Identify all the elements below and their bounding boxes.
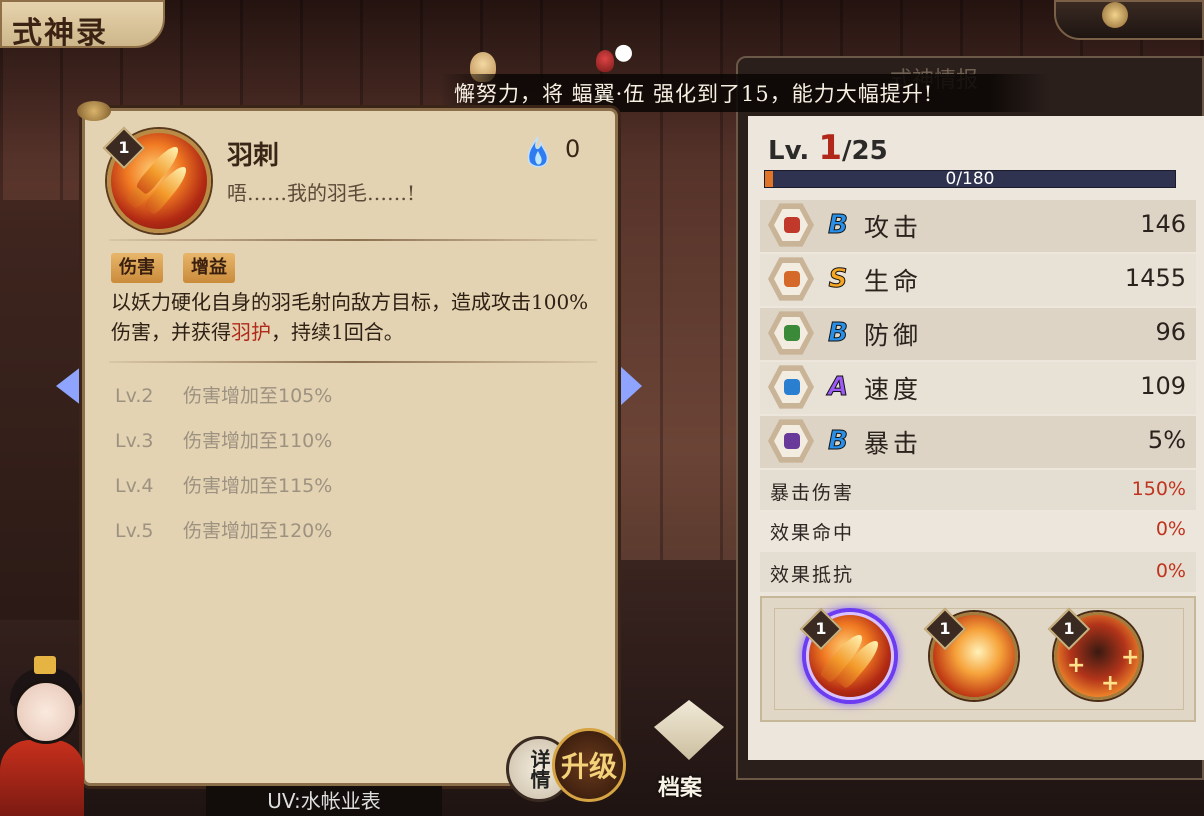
chibi-character-head[interactable] (14, 680, 78, 744)
upgrade-level: Lv.5 (115, 520, 154, 542)
announcement-banner: 懈努力，将 蝠翼·伍 强化到了15，能力大幅提升! (440, 74, 1050, 112)
stat-grade: B (828, 426, 849, 457)
knob-icon (1102, 2, 1128, 28)
substat-row-effect-resist: 效果抵抗 0% (760, 552, 1196, 592)
character-nameplate: UV:水帐业表 (206, 786, 442, 816)
plus-icon: + (1067, 653, 1086, 678)
chibi-character-body[interactable] (0, 740, 84, 816)
stat-grade: S (828, 264, 848, 295)
skill-quote: 唔……我的羽毛……! (227, 181, 416, 205)
detail-button-label: 详情 (527, 749, 551, 789)
stat-value: 1455 (1124, 264, 1186, 292)
level-prefix: Lv. (768, 136, 819, 166)
upgrade-row: Lv.2 伤害增加至105% (115, 381, 332, 408)
stat-name: 速度 (864, 375, 923, 404)
attack-icon (768, 203, 814, 247)
chat-icon[interactable]: ● (614, 40, 633, 65)
plus-icon: + (1101, 671, 1120, 696)
tag-damage: 伤害 (111, 253, 163, 283)
skill-detail-panel: 1 羽刺 唔……我的羽毛……! 0 伤害 增益 以妖力硬化自身的羽毛射向敌方目标… (77, 101, 618, 786)
hp-icon (768, 257, 814, 301)
upgrade-effect: 伤害增加至120% (183, 520, 333, 542)
stat-grade: B (828, 210, 849, 241)
stat-grade: B (828, 318, 849, 349)
description-keyword[interactable]: 羽护 (231, 320, 271, 344)
stat-grade: A (827, 372, 849, 403)
stat-value: 109 (1140, 372, 1186, 400)
stat-name: 防御 (864, 321, 923, 350)
exp-text: 0/180 (945, 169, 995, 189)
stat-name: 攻击 (864, 213, 923, 242)
title-tab[interactable]: 式神录 (0, 0, 165, 51)
plus-icon: + (1121, 645, 1140, 670)
upgrade-button-label: 升级 (560, 750, 617, 783)
page-title: 式神录 (12, 16, 108, 51)
speed-icon (768, 365, 814, 409)
stat-row-attack: B 攻击 146 (760, 200, 1196, 252)
stat-value: 146 (1140, 210, 1186, 238)
upgrade-button[interactable]: 升级 (552, 728, 626, 802)
next-arrow-icon[interactable] (620, 366, 642, 406)
divider (109, 361, 597, 363)
background-screen (0, 200, 84, 620)
skill-slot-level: 1 (815, 619, 827, 638)
substat-value: 150% (1131, 478, 1186, 500)
substat-row-crit-damage: 暴击伤害 150% (760, 470, 1196, 510)
substat-name: 暴击伤害 (770, 482, 855, 504)
description-text: ，持续1回合。 (271, 320, 404, 344)
announcement-text: 懈努力，将 蝠翼·伍 强化到了15，能力大幅提升! (454, 82, 934, 106)
level-current: 1 (818, 128, 842, 168)
character-level: Lv. 1/25 (768, 128, 888, 168)
substat-value: 0% (1155, 518, 1186, 540)
stat-row-crit: B 暴击 5% (760, 416, 1196, 468)
skill-slot-level: 1 (939, 619, 951, 638)
skill-level-text: 1 (118, 138, 130, 157)
stat-value: 5% (1147, 426, 1186, 454)
upgrade-row: Lv.5 伤害增加至120% (115, 516, 332, 543)
fire-cost: 0 (565, 135, 581, 163)
lantern-icon (596, 50, 614, 72)
top-right-ornament (1054, 0, 1204, 40)
upgrade-row: Lv.4 伤害增加至115% (115, 471, 332, 498)
upgrade-level: Lv.3 (115, 430, 154, 452)
skill-slot-level: 1 (1063, 619, 1075, 638)
tag-buff: 增益 (183, 253, 235, 283)
skill-name: 羽刺 (227, 141, 280, 171)
substat-row-effect-hit: 效果命中 0% (760, 510, 1196, 550)
upgrade-level: Lv.2 (115, 385, 154, 407)
stat-row-speed: A 速度 109 (760, 362, 1196, 414)
level-max: /25 (842, 136, 888, 166)
stat-row-defense: B 防御 96 (760, 308, 1196, 360)
upgrade-effect: 伤害增加至105% (183, 385, 333, 407)
blue-fire-icon (527, 136, 549, 168)
divider (109, 239, 597, 241)
substat-name: 效果抵抗 (770, 564, 855, 586)
crown-icon (34, 656, 56, 674)
upgrade-effect: 伤害增加至110% (183, 430, 333, 452)
skill-description: 以妖力硬化自身的羽毛射向敌方目标，造成攻击100%伤害，并获得羽护，持续1回合。 (111, 287, 605, 347)
stat-name: 生命 (864, 267, 923, 296)
substat-name: 效果命中 (770, 522, 855, 544)
stat-row-hp: S 生命 1455 (760, 254, 1196, 306)
exp-bar: 0/180 (764, 169, 1176, 189)
substat-value: 0% (1155, 560, 1186, 582)
archive-button-label[interactable]: 档案 (658, 770, 702, 802)
upgrade-level: Lv.4 (115, 475, 154, 497)
defense-icon (768, 311, 814, 355)
upgrade-row: Lv.3 伤害增加至110% (115, 426, 332, 453)
previous-arrow-icon[interactable] (56, 366, 82, 406)
stat-name: 暴击 (864, 429, 923, 458)
upgrade-effect: 伤害增加至115% (183, 475, 333, 497)
stat-value: 96 (1155, 318, 1186, 346)
crit-icon (768, 419, 814, 463)
